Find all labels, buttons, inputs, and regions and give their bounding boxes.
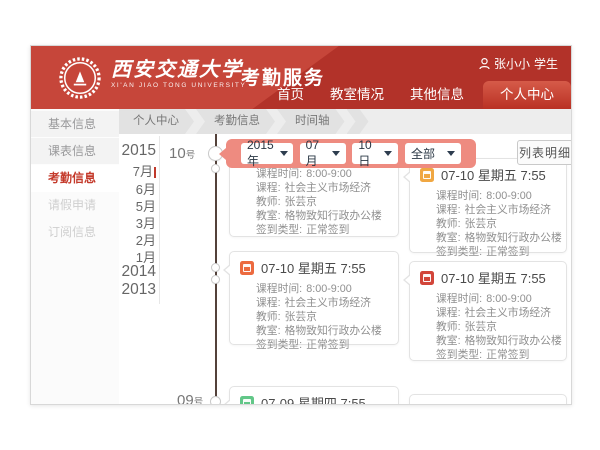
app-window: 西安交通大学 XI'AN JIAO TONG UNIVERSITY 考勤服务 张…	[30, 45, 572, 405]
nav-tab-personal-center-active[interactable]: 个人中心	[483, 81, 571, 109]
calendar-event-icon	[420, 271, 434, 285]
nav-item-home[interactable]: 首页	[264, 81, 317, 109]
nav-item-classrooms[interactable]: 教室情况	[317, 81, 397, 109]
attendance-card-right-mid[interactable]: 07-10 星期五 7:55 课程时间:8:00-9:00 课程:社会主义市场经…	[409, 261, 567, 361]
user-icon	[479, 58, 490, 70]
university-seal-logo	[59, 57, 101, 99]
attendance-card-right-top[interactable]: 07-10 星期五 7:55 课程时间:8:00-9:00 课程:社会主义市场经…	[409, 158, 567, 253]
filter-bar: 2015年 07月 10日 全部	[226, 139, 476, 168]
nav-item-other-info[interactable]: 其他信息	[397, 81, 477, 109]
month-rail-divider	[159, 136, 160, 304]
breadcrumb-trailing-chevron	[347, 109, 369, 134]
type-dropdown[interactable]: 全部	[405, 143, 461, 164]
card-header: 07-09 星期四 7:55	[230, 387, 398, 405]
breadcrumb-item-personal-center[interactable]: 个人中心	[119, 109, 194, 134]
day-dropdown[interactable]: 10日	[352, 143, 398, 164]
card-title: 07-10 星期五 7:55	[261, 258, 366, 277]
attendance-card-left-mid[interactable]: 07-10 星期五 7:55 课程时间:8:00-9:00 课程:社会主义市场经…	[229, 251, 399, 345]
user-info[interactable]: 张小小 学生	[479, 55, 558, 72]
caret-down-icon	[280, 151, 288, 156]
day-label-10: 10号	[169, 145, 195, 162]
sidebar-item-basic-info[interactable]: 基本信息	[31, 111, 119, 138]
card-header: 07-10 星期五 7:55	[410, 262, 566, 290]
card-body: 课程时间:8:00-9:00 课程:社会主义市场经济 教师:张芸京 教室:格物致…	[410, 290, 566, 362]
timeline-year-2013[interactable]: 2013	[86, 281, 156, 299]
attendance-card-right-bottom-partial[interactable]	[409, 394, 567, 405]
timeline-node-bottom	[210, 396, 221, 405]
calendar-event-icon	[420, 168, 434, 182]
current-month-marker	[154, 167, 156, 178]
day-label-09: 09号	[177, 392, 203, 405]
breadcrumb-item-attendance-info[interactable]: 考勤信息	[196, 109, 275, 134]
timeline-year-2015[interactable]: 2015	[86, 142, 156, 160]
card-body: 课程时间:8:00-9:00 课程:社会主义市场经济 教师:张芸京 教室:格物致…	[410, 187, 566, 259]
timeline-node-small-1	[211, 164, 220, 173]
main-nav: 首页 教室情况 其他信息 个人中心	[264, 81, 571, 109]
user-role: 学生	[534, 55, 558, 72]
card-header: 07-10 星期五 7:55	[230, 252, 398, 280]
breadcrumb-item-timeline[interactable]: 时间轴	[277, 109, 345, 134]
university-name: 西安交通大学 XI'AN JIAO TONG UNIVERSITY	[111, 59, 246, 91]
breadcrumb: 个人中心 考勤信息 时间轴	[119, 109, 571, 134]
page: 西安交通大学 XI'AN JIAO TONG UNIVERSITY 考勤服务 张…	[0, 0, 600, 450]
card-title: 07-10 星期五 7:55	[441, 268, 546, 287]
year-dropdown[interactable]: 2015年	[241, 143, 293, 164]
calendar-event-icon	[240, 396, 254, 406]
month-dropdown[interactable]: 07月	[300, 143, 346, 164]
timeline-node-small-3	[211, 275, 220, 284]
university-name-en: XI'AN JIAO TONG UNIVERSITY	[111, 81, 246, 91]
timeline-node-small-2	[211, 263, 220, 272]
card-body: 课程时间:8:00-9:00 课程:社会主义市场经济 教师:张芸京 教室:格物致…	[230, 280, 398, 352]
caret-down-icon	[384, 151, 392, 156]
timeline-month-july[interactable]: 7月	[86, 161, 156, 180]
list-detail-button[interactable]: 列表明细	[517, 140, 572, 165]
calendar-event-icon	[240, 261, 254, 275]
attendance-card-left-bottom-partial[interactable]: 07-09 星期四 7:55	[229, 386, 399, 405]
card-title: 07-09 星期四 7:55	[261, 393, 366, 405]
caret-down-icon	[447, 151, 455, 156]
caret-down-icon	[332, 151, 340, 156]
user-name: 张小小	[494, 55, 530, 72]
university-name-cn: 西安交通大学	[111, 59, 246, 81]
timeline-year-2014[interactable]: 2014	[86, 263, 156, 281]
header: 西安交通大学 XI'AN JIAO TONG UNIVERSITY 考勤服务 张…	[31, 46, 571, 109]
